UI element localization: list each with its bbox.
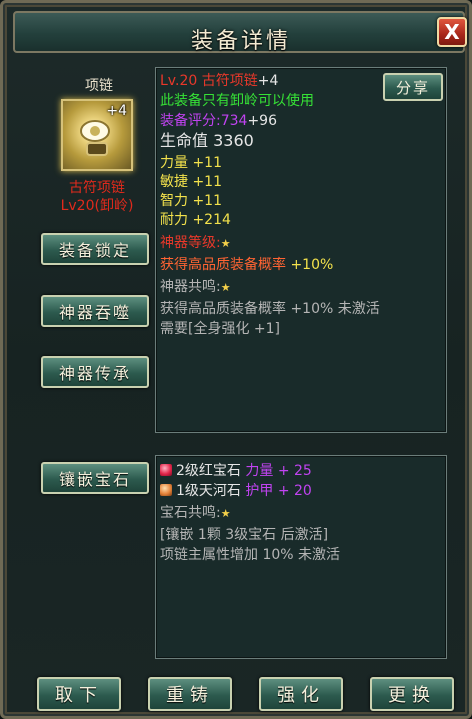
star-icon: ★ bbox=[220, 237, 231, 250]
gem-slot[interactable]: 1级天河石 护甲 + 20 bbox=[160, 482, 312, 500]
stat-endurance: 耐力 +214 bbox=[160, 212, 231, 228]
stat-strength: 力量 +11 bbox=[160, 155, 222, 171]
star-icon: ★ bbox=[220, 281, 231, 294]
resonance-description: 获得高品质装备概率 +10% 未激活 bbox=[160, 301, 380, 317]
inlay-gem-button[interactable]: 镶嵌宝石 bbox=[41, 462, 149, 494]
score-bonus: +96 bbox=[247, 113, 277, 129]
gem-panel: 2级红宝石 力量 + 25 1级天河石 护甲 + 20 宝石共鸣:★ [镶嵌 1… bbox=[155, 455, 447, 659]
hp-stat: 生命值 3360 bbox=[160, 131, 254, 150]
lock-equipment-button[interactable]: 装备锁定 bbox=[41, 233, 149, 265]
item-header-plus: +4 bbox=[257, 73, 279, 89]
gem-name: 1级天河石 bbox=[176, 483, 241, 499]
score-label: 装备评分: bbox=[160, 113, 221, 129]
gem-stat: 力量 + 25 bbox=[245, 463, 312, 479]
star-icon: ★ bbox=[220, 507, 231, 520]
item-name-text: 古符项链 bbox=[69, 180, 125, 196]
river-stone-icon bbox=[160, 484, 172, 496]
artifact-bonus: 获得高品质装备概率 +10% bbox=[160, 256, 333, 274]
item-header: Lv.20 古符项链+4 bbox=[160, 72, 278, 90]
share-button[interactable]: 分享 bbox=[383, 73, 443, 101]
artifact-inherit-button[interactable]: 神器传承 bbox=[41, 356, 149, 388]
item-level-class: Lv20(卸岭) bbox=[60, 198, 134, 214]
gem-resonance-label: 宝石共鸣: bbox=[160, 505, 221, 521]
gem-stat: 护甲 + 20 bbox=[245, 483, 312, 499]
equipment-score: 装备评分:734+96 bbox=[160, 112, 277, 130]
item-name: 古符项链 Lv20(卸岭) bbox=[33, 179, 161, 215]
artifact-resonance: 神器共鸣:★ bbox=[160, 278, 231, 297]
artifact-bonus-label: 获得高品质装备概率 bbox=[160, 257, 286, 273]
item-type-label: 项链 bbox=[85, 78, 113, 94]
gem-name: 2级红宝石 bbox=[176, 463, 241, 479]
artifact-level-label: 神器等级: bbox=[160, 235, 221, 251]
class-restriction: 此装备只有卸岭可以使用 bbox=[160, 93, 314, 109]
replace-button[interactable]: 更换 bbox=[370, 677, 454, 711]
gem-resonance-requirement: [镶嵌 1颗 3级宝石 后激活] bbox=[160, 527, 329, 543]
item-enhance-badge: +4 bbox=[106, 103, 127, 119]
reforge-button[interactable]: 重铸 bbox=[148, 677, 232, 711]
necklace-item-icon[interactable]: +4 bbox=[61, 99, 133, 171]
resonance-requirement: 需要[全身强化 +1] bbox=[160, 321, 281, 337]
enhance-button[interactable]: 强化 bbox=[259, 677, 343, 711]
item-header-level: Lv.20 古符项链 bbox=[160, 73, 258, 89]
gem-resonance-description: 项链主属性增加 10% 未激活 bbox=[160, 547, 341, 563]
red-gem-icon bbox=[160, 464, 172, 476]
unequip-button[interactable]: 取下 bbox=[37, 677, 121, 711]
necklace-icon bbox=[80, 120, 110, 156]
artifact-level: 神器等级:★ bbox=[160, 234, 231, 253]
equipment-detail-window: 装备详情 X 项链 +4 古符项链 Lv20(卸岭) 装备锁定 神器吞噬 神器传… bbox=[0, 0, 472, 719]
gem-slot[interactable]: 2级红宝石 力量 + 25 bbox=[160, 462, 312, 480]
close-button[interactable]: X bbox=[437, 17, 467, 47]
stat-agility: 敏捷 +11 bbox=[160, 174, 222, 190]
artifact-devour-button[interactable]: 神器吞噬 bbox=[41, 295, 149, 327]
score-value: 734 bbox=[220, 113, 248, 129]
window-title: 装备详情 bbox=[190, 29, 291, 54]
resonance-label: 神器共鸣: bbox=[160, 279, 221, 295]
gem-resonance: 宝石共鸣:★ bbox=[160, 504, 231, 523]
artifact-bonus-value: +10% bbox=[290, 257, 334, 273]
title-bar: 装备详情 bbox=[13, 11, 465, 54]
attributes-panel: Lv.20 古符项链+4 此装备只有卸岭可以使用 装备评分:734+96 生命值… bbox=[155, 67, 447, 433]
stat-intelligence: 智力 +11 bbox=[160, 193, 222, 209]
